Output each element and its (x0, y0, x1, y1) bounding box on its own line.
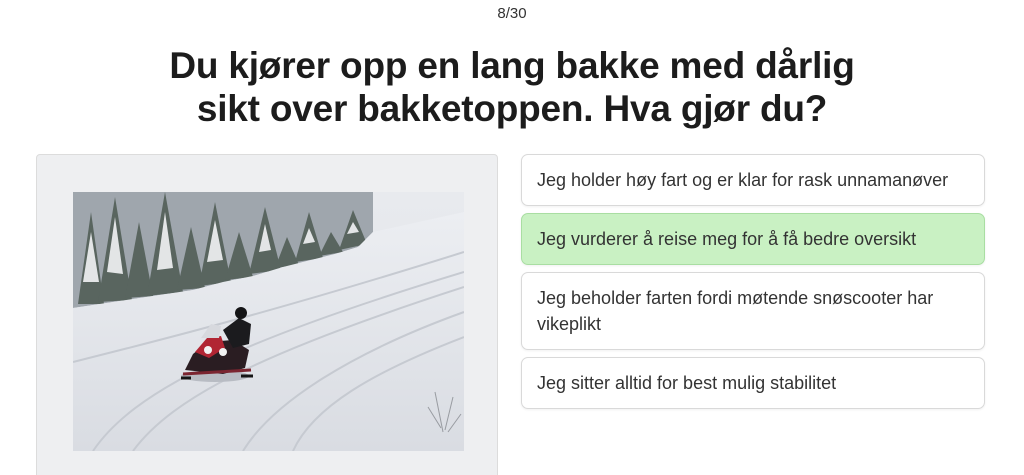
answer-option-2-selected[interactable]: Jeg vurderer å reise meg for å få bedre … (521, 213, 985, 265)
answer-option-4[interactable]: Jeg sitter alltid for best mulig stabili… (521, 357, 985, 409)
answer-option-1[interactable]: Jeg holder høy fart og er klar for rask … (521, 154, 985, 206)
question-counter: 8/30 (497, 5, 527, 22)
answer-option-3[interactable]: Jeg beholder farten fordi møtende snøsco… (521, 272, 985, 350)
answer-options: Jeg holder høy fart og er klar for rask … (521, 154, 985, 416)
question-image-panel (36, 154, 498, 475)
question-text: Du kjører opp en lang bakke med dårlig s… (169, 45, 855, 129)
snowmobile-photo (73, 192, 464, 451)
quiz-page: 8/30 Du kjører opp en lang bakke med dår… (0, 0, 1024, 475)
